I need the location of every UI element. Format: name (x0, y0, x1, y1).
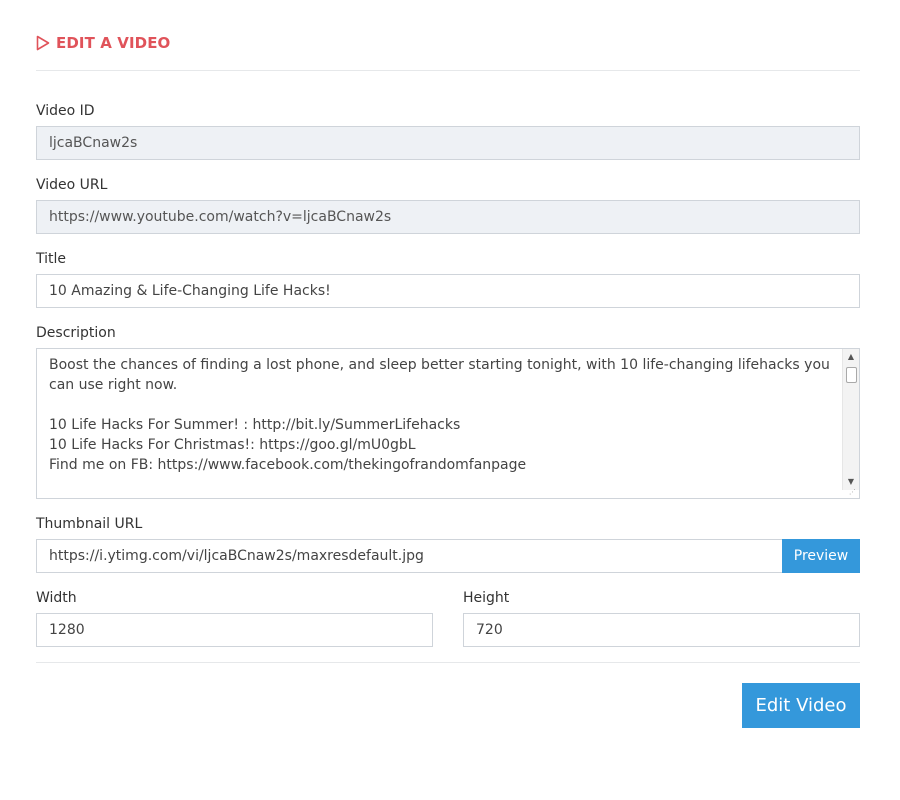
thumbnail-url-field[interactable]: https://i.ytimg.com/vi/ljcaBCnaw2s/maxre… (36, 539, 783, 573)
title-field[interactable]: 10 Amazing & Life-Changing Life Hacks! (36, 274, 860, 308)
thumbnail-url-label: Thumbnail URL (36, 516, 143, 532)
height-field[interactable]: 720 (463, 613, 860, 647)
edit-video-button[interactable]: Edit Video (742, 683, 860, 728)
preview-button[interactable]: Preview (782, 539, 860, 573)
description-scrollbar[interactable]: ▲ ▼ (842, 349, 859, 490)
form-divider (36, 662, 860, 663)
page-title: EDIT A VIDEO (36, 33, 170, 53)
video-id-label: Video ID (36, 103, 95, 119)
edit-video-page: EDIT A VIDEO Video ID ljcaBCnaw2s Video … (0, 0, 900, 800)
video-url-label: Video URL (36, 177, 108, 193)
play-outline-icon (36, 35, 56, 51)
resize-grip-icon[interactable]: ⋰ (849, 488, 857, 496)
description-text: Boost the chances of finding a lost phon… (49, 357, 830, 473)
video-id-field[interactable]: ljcaBCnaw2s (36, 126, 860, 160)
width-label: Width (36, 590, 77, 606)
scroll-up-arrow-icon[interactable]: ▲ (843, 351, 859, 363)
page-title-text: EDIT A VIDEO (56, 34, 171, 52)
video-url-field[interactable]: https://www.youtube.com/watch?v=ljcaBCna… (36, 200, 860, 234)
scroll-down-arrow-icon[interactable]: ▼ (843, 476, 859, 488)
height-label: Height (463, 590, 510, 606)
description-textarea[interactable]: Boost the chances of finding a lost phon… (36, 348, 860, 499)
page-header: EDIT A VIDEO (36, 33, 860, 71)
width-field[interactable]: 1280 (36, 613, 433, 647)
title-label: Title (36, 251, 67, 267)
description-label: Description (36, 325, 116, 341)
scroll-thumb[interactable] (846, 367, 857, 383)
thumbnail-url-group: https://i.ytimg.com/vi/ljcaBCnaw2s/maxre… (36, 539, 860, 573)
